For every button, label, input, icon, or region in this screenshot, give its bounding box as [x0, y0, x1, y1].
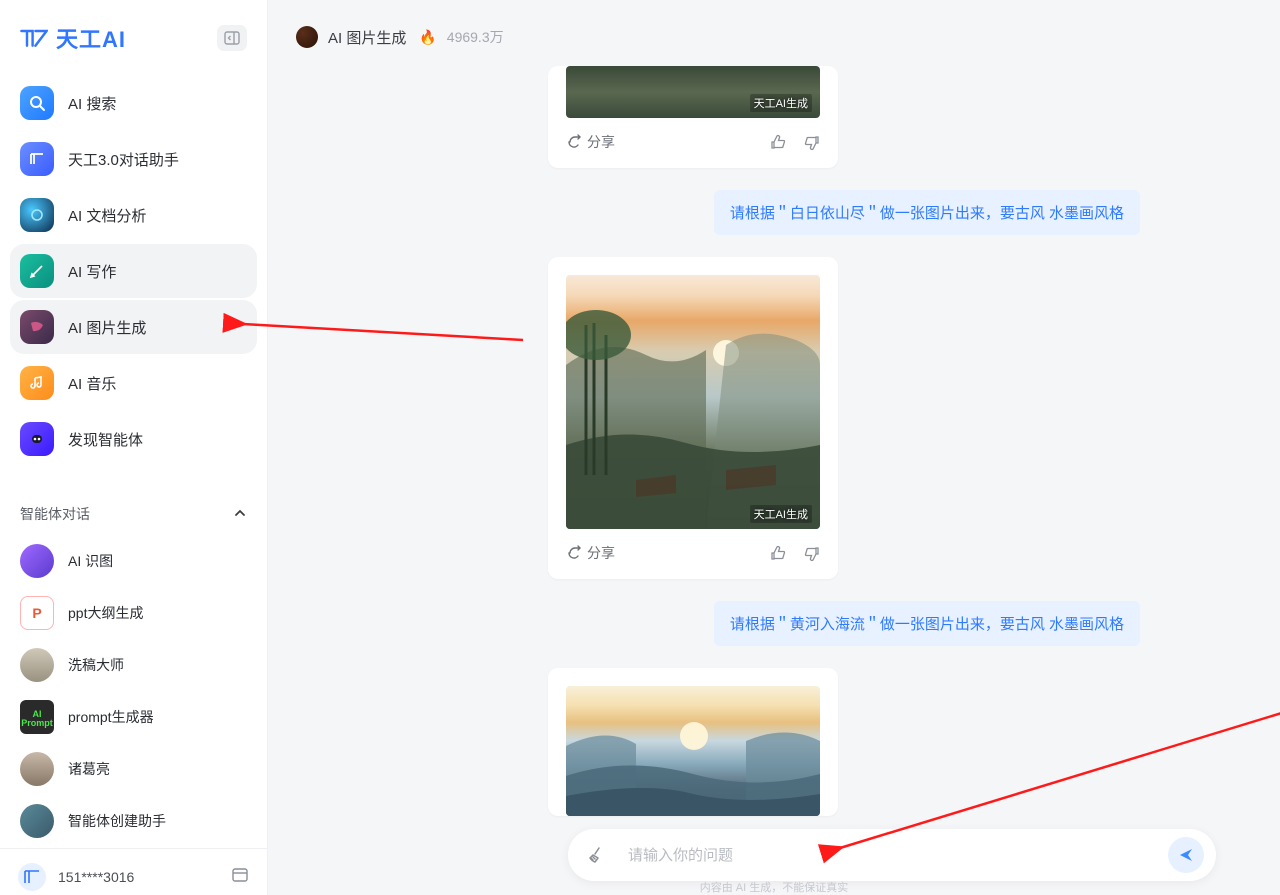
- generated-image[interactable]: 天工AI生成: [566, 275, 820, 529]
- agent-label: 洗稿大师: [68, 655, 124, 675]
- main-panel: AI 图片生成 🔥 4969.3万 天工AI生成 分享: [268, 0, 1280, 895]
- agent-label: AI 识图: [68, 551, 113, 571]
- send-icon: [1177, 846, 1195, 864]
- thumbs-down-button[interactable]: [803, 545, 820, 562]
- main-header: AI 图片生成 🔥 4969.3万: [268, 0, 1280, 66]
- nav-discover-agents[interactable]: 发现智能体: [10, 412, 257, 466]
- nav-ai-music[interactable]: AI 音乐: [10, 356, 257, 410]
- logo-text: 天工AI: [56, 22, 126, 54]
- nav-doc-analysis[interactable]: AI 文档分析: [10, 188, 257, 242]
- user-avatar-icon: [18, 863, 46, 891]
- write-icon: [20, 254, 54, 288]
- input-bar: [568, 829, 1216, 881]
- message-input[interactable]: [618, 847, 1168, 864]
- share-label: 分享: [587, 543, 615, 563]
- header-count: 4969.3万: [447, 27, 504, 47]
- nav-label: AI 写作: [68, 261, 116, 282]
- disclaimer: 内容由 AI 生成，不能保证真实: [700, 879, 849, 895]
- agent-label: 智能体创建助手: [68, 811, 166, 831]
- nav-label: AI 搜索: [68, 93, 116, 114]
- sidebar-header: 天工AI: [0, 0, 267, 72]
- nav-ai-writing[interactable]: AI 写作: [10, 244, 257, 298]
- share-icon: [566, 545, 582, 561]
- nav-list: AI 搜索 天工3.0对话助手 AI 文档分析 AI 写作 AI 图片生成 AI…: [0, 72, 267, 480]
- agent-avatar-icon: [20, 752, 54, 786]
- nav-label: AI 图片生成: [68, 317, 146, 338]
- agent-item-agent-builder[interactable]: 智能体创建助手: [10, 796, 257, 846]
- agent-item-image-recognition[interactable]: AI 识图: [10, 536, 257, 586]
- ai-message-card: 天工AI生成 分享: [548, 66, 838, 168]
- collapse-icon: [224, 30, 240, 46]
- agent-label: ppt大纲生成: [68, 603, 143, 623]
- generated-image[interactable]: [566, 686, 820, 816]
- dialog-icon: [20, 142, 54, 176]
- fire-icon: 🔥: [419, 29, 436, 46]
- thumbs-up-button[interactable]: [770, 545, 787, 562]
- nav-label: 发现智能体: [68, 429, 143, 450]
- logo[interactable]: 天工AI: [20, 22, 126, 54]
- header-avatar-icon: [296, 26, 318, 48]
- nav-ai-search[interactable]: AI 搜索: [10, 76, 257, 130]
- watermark: 天工AI生成: [750, 505, 812, 523]
- generated-image[interactable]: 天工AI生成: [566, 66, 820, 118]
- send-button[interactable]: [1168, 837, 1204, 873]
- user-menu-icon[interactable]: [231, 866, 249, 889]
- agent-label: prompt生成器: [68, 707, 154, 727]
- header-title: AI 图片生成: [328, 27, 406, 48]
- image-icon: [20, 310, 54, 344]
- ai-message-card: 天工AI生成 分享: [548, 257, 838, 579]
- agent-label: 诸葛亮: [68, 759, 110, 779]
- nav-label: AI 音乐: [68, 373, 116, 394]
- share-button[interactable]: 分享: [566, 132, 615, 152]
- section-title: 智能体对话: [20, 504, 90, 524]
- agent-item-prompt-gen[interactable]: AIPrompt prompt生成器: [10, 692, 257, 742]
- agent-item-ppt[interactable]: P ppt大纲生成: [10, 588, 257, 638]
- share-icon: [566, 134, 582, 150]
- agent-avatar-icon: P: [20, 596, 54, 630]
- document-icon: [20, 198, 54, 232]
- share-button[interactable]: 分享: [566, 543, 615, 563]
- thumbs-down-icon: [803, 545, 820, 562]
- card-actions: 分享: [548, 132, 838, 152]
- agent-item-rewrite[interactable]: 洗稿大师: [10, 640, 257, 690]
- thumbs-down-icon: [803, 134, 820, 151]
- user-row[interactable]: 151****3016: [0, 848, 267, 895]
- agent-item-zhugeliang[interactable]: 诸葛亮: [10, 744, 257, 794]
- agent-icon: [20, 422, 54, 456]
- broom-icon: [587, 845, 607, 865]
- thumbs-up-button[interactable]: [770, 134, 787, 151]
- watermark: 天工AI生成: [750, 94, 812, 112]
- user-name: 151****3016: [58, 869, 134, 885]
- thumbs-up-icon: [770, 545, 787, 562]
- agent-avatar-icon: AIPrompt: [20, 700, 54, 734]
- nav-label: AI 文档分析: [68, 205, 146, 226]
- nav-label: 天工3.0对话助手: [68, 149, 179, 170]
- agent-avatar-icon: [20, 804, 54, 838]
- search-icon: [20, 86, 54, 120]
- collapse-sidebar-button[interactable]: [217, 25, 247, 51]
- sidebar: 天工AI AI 搜索 天工3.0对话助手 AI 文档分析 AI 写作 AI 图片…: [0, 0, 268, 895]
- section-agent-chat[interactable]: 智能体对话: [0, 498, 267, 534]
- user-message: 请根据＂白日依山尽＂做一张图片出来，要古风 水墨画风格: [714, 190, 1140, 235]
- agent-avatar-icon: [20, 648, 54, 682]
- agent-avatar-icon: [20, 544, 54, 578]
- music-icon: [20, 366, 54, 400]
- card-actions: 分享: [548, 543, 838, 563]
- clear-button[interactable]: [576, 834, 618, 876]
- ai-message-card: [548, 668, 838, 816]
- thumbs-up-icon: [770, 134, 787, 151]
- chat-area[interactable]: 天工AI生成 分享 请根据＂白日依山尽＂做一张图片出来，要古风 水墨画风格: [268, 66, 1280, 895]
- nav-ai-image-gen[interactable]: AI 图片生成: [10, 300, 257, 354]
- logo-icon: [20, 27, 48, 49]
- thumbs-down-button[interactable]: [803, 134, 820, 151]
- share-label: 分享: [587, 132, 615, 152]
- chevron-up-icon: [233, 506, 247, 523]
- nav-dialog-helper[interactable]: 天工3.0对话助手: [10, 132, 257, 186]
- user-message: 请根据＂黄河入海流＂做一张图片出来，要古风 水墨画风格: [714, 601, 1140, 646]
- agent-list: AI 识图 P ppt大纲生成 洗稿大师 AIPrompt prompt生成器 …: [0, 534, 267, 848]
